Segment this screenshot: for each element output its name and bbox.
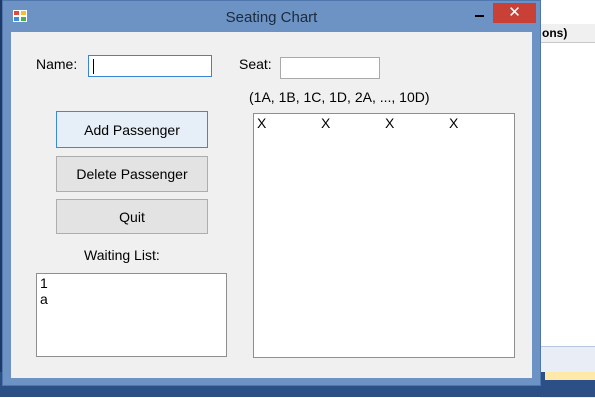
seating-row[interactable]: XXXX bbox=[257, 115, 511, 131]
background-column-header: ons) bbox=[540, 24, 595, 43]
close-icon: ✕ bbox=[508, 4, 521, 21]
seating-chart-window: Seating Chart ✕ Name: Seat: (1A, 1B, 1C,… bbox=[2, 0, 541, 386]
seat-cell: X bbox=[449, 115, 459, 131]
delete-passenger-button[interactable]: Delete Passenger bbox=[56, 156, 208, 192]
waiting-list-box[interactable]: 1a bbox=[36, 273, 227, 357]
seat-input[interactable] bbox=[280, 57, 380, 79]
close-button[interactable]: ✕ bbox=[493, 3, 536, 23]
seat-cell: X bbox=[385, 115, 395, 131]
waiting-list-item[interactable]: a bbox=[40, 291, 223, 307]
add-passenger-button[interactable]: Add Passenger bbox=[56, 111, 208, 148]
quit-button[interactable]: Quit bbox=[56, 199, 208, 234]
waiting-list-item[interactable]: 1 bbox=[40, 275, 223, 291]
seating-chart-box[interactable]: XXXX bbox=[253, 113, 515, 358]
seat-format-hint: (1A, 1B, 1C, 1D, 2A, ..., 10D) bbox=[249, 89, 430, 105]
title-bar[interactable]: Seating Chart ✕ bbox=[3, 1, 540, 32]
minimize-button[interactable] bbox=[467, 2, 491, 23]
text-caret bbox=[93, 59, 94, 74]
name-input[interactable] bbox=[88, 55, 212, 77]
window-title: Seating Chart bbox=[225, 9, 318, 26]
seat-cell: X bbox=[321, 115, 331, 131]
form-client-area: Name: Seat: (1A, 1B, 1C, 1D, 2A, ..., 10… bbox=[11, 32, 532, 378]
seat-cell: X bbox=[257, 115, 267, 131]
background-highlight bbox=[545, 372, 595, 380]
waiting-list-label: Waiting List: bbox=[84, 247, 160, 263]
seat-label: Seat: bbox=[239, 56, 272, 72]
name-label: Name: bbox=[36, 56, 78, 72]
